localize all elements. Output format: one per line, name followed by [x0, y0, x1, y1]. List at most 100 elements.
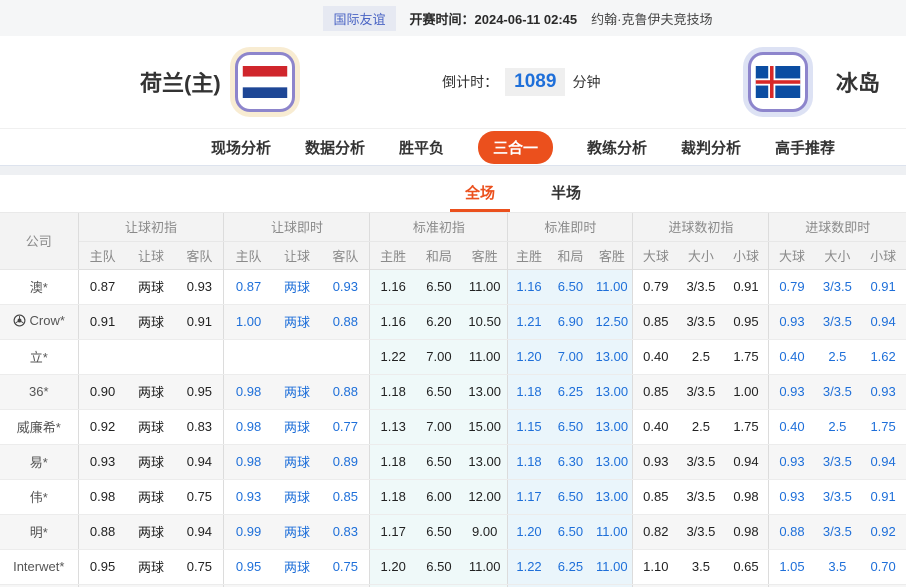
- company-cell[interactable]: 立*: [0, 339, 79, 375]
- odds-cell-goals-initial-0: 0.93: [632, 444, 679, 480]
- odds-cell-standard-live-0: 1.18: [507, 374, 550, 410]
- odds-cell-standard-initial-2: 11.00: [461, 549, 508, 585]
- company-cell[interactable]: Crow*: [0, 304, 79, 340]
- odds-cell-standard-initial-0: 1.13: [369, 409, 416, 445]
- odds-cell-handicap-live-2: 0.89: [321, 444, 370, 480]
- odds-row-8: 明* 0.88 两球 0.94 0.99 两球 0.83 1.17 6.50 9.00 1.20 6.…: [0, 514, 906, 550]
- nav-tab-data-analysis[interactable]: 数据分析: [305, 137, 365, 158]
- company-cell[interactable]: 伟*: [0, 479, 79, 515]
- odds-cell-handicap-live-0: 0.98: [223, 444, 273, 480]
- odds-cell-goals-initial-0: 0.40: [632, 409, 679, 445]
- odds-cell-goals-initial-2: 0.91: [723, 269, 769, 305]
- odds-cell-handicap-initial-0: 0.91: [77, 304, 127, 340]
- odds-cell-handicap-live-1: 两球: [272, 409, 322, 445]
- nav-separator: [0, 166, 906, 175]
- sub-header-standard-live-2: 客胜: [591, 241, 633, 269]
- odds-cell-handicap-live-2: 0.88: [321, 374, 370, 410]
- company-cell[interactable]: 明*: [0, 514, 79, 550]
- odds-cell-handicap-initial-1: 两球: [126, 479, 176, 515]
- odds-cell-goals-live-0: 0.93: [768, 304, 815, 340]
- countdown: 倒计时： 1089 分钟: [442, 68, 600, 96]
- odds-cell-standard-initial-1: 6.50: [415, 374, 462, 410]
- odds-cell-handicap-initial-1: 两球: [126, 409, 176, 445]
- odds-cell-standard-initial-2: 15.00: [461, 409, 508, 445]
- odds-cell-goals-live-2: 0.91: [860, 479, 906, 515]
- odds-cell-standard-initial-0: 1.22: [369, 339, 416, 375]
- odds-cell-handicap-live-1: 两球: [272, 549, 322, 585]
- odds-cell-handicap-initial-2: [175, 339, 224, 375]
- odds-cell-handicap-initial-0: 0.87: [77, 269, 127, 305]
- company-cell[interactable]: 易*: [0, 444, 79, 480]
- home-team-name: 荷兰(主): [140, 71, 221, 96]
- odds-cell-goals-live-0: 0.93: [768, 444, 815, 480]
- odds-cell-handicap-live-0: 0.99: [223, 514, 273, 550]
- odds-cell-handicap-initial-2: 0.75: [175, 479, 224, 515]
- odds-cell-handicap-initial-2: 0.83: [175, 409, 224, 445]
- odds-cell-standard-live-1: 6.50: [549, 514, 592, 550]
- odds-cell-handicap-live-2: 0.93: [321, 269, 370, 305]
- odds-cell-handicap-live-2: 0.77: [321, 409, 370, 445]
- odds-cell-goals-initial-1: 3/3.5: [678, 444, 724, 480]
- odds-cell-standard-initial-2: 11.00: [461, 339, 508, 375]
- odds-cell-standard-live-1: 6.50: [549, 409, 592, 445]
- sub-header-goals-live-2: 小球: [860, 241, 906, 269]
- odds-cell-goals-initial-1: 3.5: [678, 549, 724, 585]
- odds-cell-goals-live-1: 3.5: [814, 549, 861, 585]
- company-cell[interactable]: 澳*: [0, 269, 79, 305]
- nav-tab-live-analysis[interactable]: 现场分析: [211, 137, 271, 158]
- odds-row-6: 易* 0.93 两球 0.94 0.98 两球 0.89 1.18 6.50 13.00 1.18 6…: [0, 444, 906, 480]
- odds-cell-goals-initial-2: 0.95: [723, 304, 769, 340]
- odds-cell-standard-live-2: 11.00: [591, 269, 633, 305]
- odds-cell-goals-live-2: 0.70: [860, 549, 906, 585]
- odds-cell-standard-live-1: 6.90: [549, 304, 592, 340]
- odds-cell-handicap-live-2: [321, 339, 370, 375]
- odds-cell-handicap-initial-0: [77, 339, 127, 375]
- odds-cell-standard-live-1: 7.00: [549, 339, 592, 375]
- subtab-half-time[interactable]: 半场: [536, 175, 596, 212]
- home-team: 荷兰(主): [140, 52, 295, 112]
- sub-header-goals-live-0: 大球: [768, 241, 815, 269]
- odds-cell-standard-live-0: 1.15: [507, 409, 550, 445]
- odds-cell-standard-initial-2: 10.50: [461, 304, 508, 340]
- odds-cell-goals-live-2: 0.91: [860, 269, 906, 305]
- sub-header-standard-initial-2: 客胜: [461, 241, 508, 269]
- group-header-handicap-initial: 让球初指: [77, 213, 224, 242]
- odds-cell-goals-initial-0: 0.40: [632, 339, 679, 375]
- subtab-full-time[interactable]: 全场: [449, 175, 510, 212]
- nav-tab-win-draw-loss[interactable]: 胜平负: [399, 137, 444, 158]
- odds-cell-standard-initial-1: 6.00: [415, 479, 462, 515]
- countdown-label: 倒计时：: [442, 74, 499, 90]
- company-name: Interwet*: [13, 559, 65, 574]
- odds-cell-goals-initial-0: 0.85: [632, 479, 679, 515]
- odds-cell-handicap-initial-2: 0.95: [175, 374, 224, 410]
- odds-cell-handicap-live-0: 0.95: [223, 549, 273, 585]
- nav-tab-coach-analysis[interactable]: 教练分析: [587, 137, 647, 158]
- nav-tab-expert-picks[interactable]: 高手推荐: [775, 137, 835, 158]
- company-cell[interactable]: Interwet*: [0, 549, 79, 585]
- odds-cell-handicap-initial-0: 0.88: [77, 514, 127, 550]
- odds-cell-handicap-live-0: 0.93: [223, 479, 273, 515]
- league-badge[interactable]: 国际友谊: [323, 5, 396, 31]
- group-header-handicap-live: 让球即时: [223, 213, 370, 242]
- odds-cell-goals-initial-1: 3/3.5: [678, 479, 724, 515]
- odds-cell-standard-initial-0: 1.16: [369, 304, 416, 340]
- odds-cell-standard-live-2: 13.00: [591, 479, 633, 515]
- odds-cell-standard-initial-0: 1.18: [369, 374, 416, 410]
- sub-header-handicap-live-2: 客队: [321, 241, 370, 269]
- odds-cell-goals-initial-1: 3/3.5: [678, 304, 724, 340]
- nav-tab-referee-analysis[interactable]: 裁判分析: [681, 137, 741, 158]
- odds-cell-handicap-initial-1: 两球: [126, 304, 176, 340]
- odds-cell-standard-live-2: 11.00: [591, 514, 633, 550]
- odds-cell-goals-live-2: 0.93: [860, 374, 906, 410]
- group-header-goals-live: 进球数即时: [768, 213, 906, 242]
- odds-cell-goals-initial-1: 2.5: [678, 339, 724, 375]
- company-cell[interactable]: 威廉希*: [0, 409, 79, 445]
- odds-cell-goals-initial-1: 3/3.5: [678, 374, 724, 410]
- odds-row-4: 36* 0.90 两球 0.95 0.98 两球 0.88 1.18 6.50 13.00 1.18…: [0, 374, 906, 410]
- sub-header-handicap-initial-0: 主队: [77, 241, 127, 269]
- odds-row-5: 威廉希* 0.92 两球 0.83 0.98 两球 0.77 1.13 7.00 15.00 1.1…: [0, 409, 906, 445]
- company-name: 明*: [29, 525, 48, 540]
- nav-tab-three-in-one[interactable]: 三合一: [477, 130, 553, 164]
- odds-cell-standard-live-0: 1.16: [507, 269, 550, 305]
- company-cell[interactable]: 36*: [0, 374, 79, 410]
